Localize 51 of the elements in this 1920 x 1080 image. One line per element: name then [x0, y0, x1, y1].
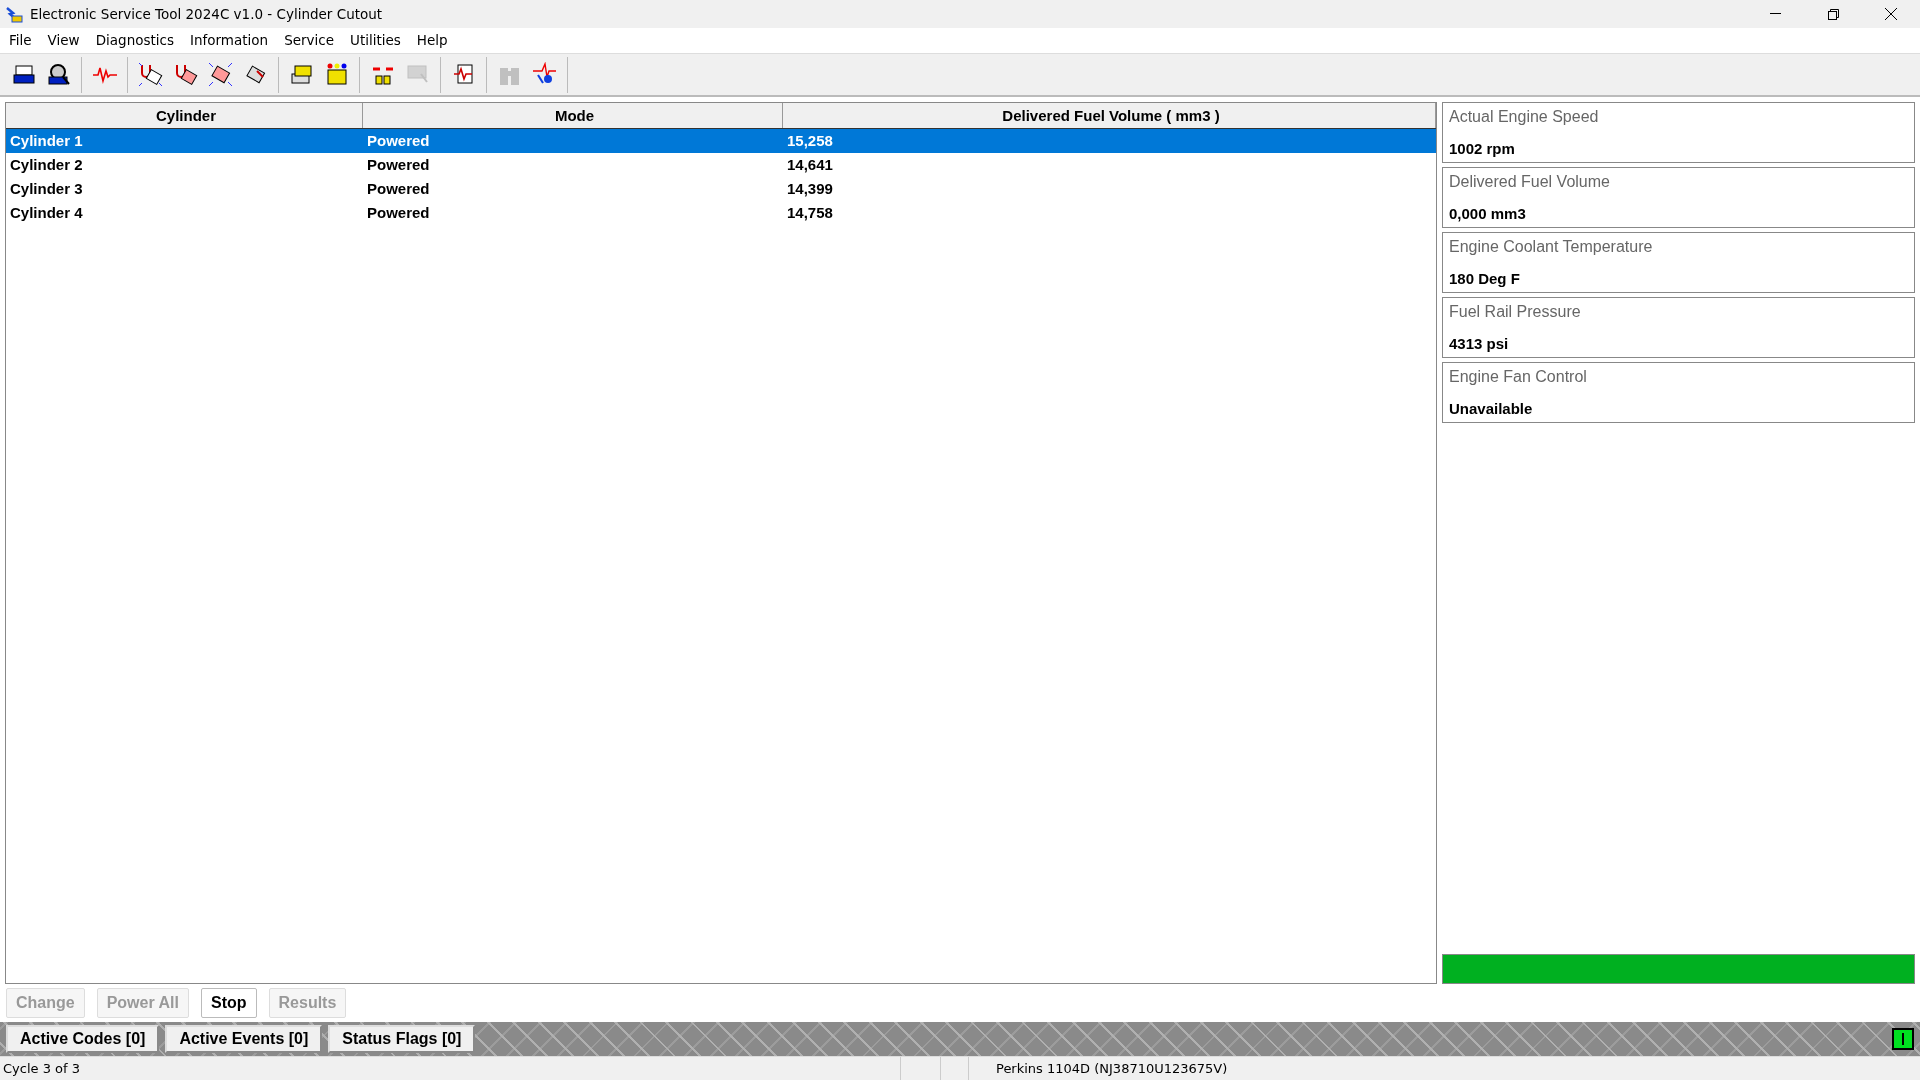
- table-row[interactable]: Cylinder 2 Powered 14,641: [6, 153, 1436, 177]
- table-row[interactable]: Cylinder 4 Powered 14,758: [6, 201, 1436, 225]
- menu-item[interactable]: Information: [182, 30, 277, 51]
- menu-item[interactable]: Utilities: [342, 30, 409, 51]
- menu-item[interactable]: Help: [408, 30, 456, 51]
- stethoscope-icon: [137, 61, 164, 88]
- table-cell-text: Powered: [366, 179, 431, 199]
- parameter-label: Actual Engine Speed: [1449, 107, 1600, 127]
- table-cell-text: 14,758: [786, 203, 834, 223]
- menu-item[interactable]: View: [39, 30, 88, 51]
- table-row[interactable]: Cylinder 1 Powered 15,258: [6, 129, 1436, 153]
- summary-button[interactable]: Active Events [0]: [165, 1025, 323, 1053]
- parameter-label: Fuel Rail Pressure: [1449, 302, 1582, 322]
- menu-item[interactable]: Service: [276, 30, 343, 51]
- app-icon: [4, 4, 24, 24]
- menu-item[interactable]: Diagnostics: [87, 30, 182, 51]
- parameter-value: 180 Deg F: [1449, 268, 1521, 289]
- parameter-value: 1002 rpm: [1449, 138, 1516, 159]
- document-icon: [207, 61, 234, 88]
- column-header[interactable]: Mode: [363, 103, 783, 128]
- table-cell-text: Powered: [366, 131, 431, 151]
- summary-button[interactable]: Active Codes [0]: [6, 1025, 160, 1053]
- window-title: Electronic Service Tool 2024C v1.0 - Cylinder Cutout: [30, 4, 383, 24]
- parameter-label: Delivered Fuel Volume: [1449, 172, 1611, 192]
- column-header[interactable]: Cylinder: [6, 103, 363, 128]
- action-button[interactable]: Stop: [201, 988, 257, 1018]
- table-cell-text: 14,399: [786, 179, 834, 199]
- restore-icon: [1827, 8, 1839, 20]
- table-cell-text: 14,641: [786, 155, 834, 175]
- status-text: Cycle 3 of 3: [2, 1059, 81, 1078]
- minimize-icon: [1769, 13, 1781, 15]
- table-cell-text: Cylinder 1: [9, 131, 84, 151]
- table-cell-text: 15,258: [786, 131, 834, 151]
- parameter-value: 4313 psi: [1449, 333, 1510, 354]
- magnifier-icon: [45, 61, 72, 88]
- table-cell-text: Powered: [366, 203, 431, 223]
- parameter-label: Engine Coolant Temperature: [1449, 237, 1654, 257]
- table-cell-text: Cylinder 3: [9, 179, 84, 199]
- summary-button[interactable]: Status Flags [0]: [328, 1025, 476, 1053]
- parameter-value: Unavailable: [1449, 398, 1534, 419]
- menu-item[interactable]: File: [1, 30, 40, 51]
- column-header[interactable]: Delivered Fuel Volume ( mm3 ): [783, 103, 1436, 128]
- parameter-label: Engine Fan Control: [1449, 367, 1588, 387]
- table-cell-text: Cylinder 2: [9, 155, 84, 175]
- table-cell-text: Cylinder 4: [9, 203, 84, 223]
- status-light-icon: [1892, 1028, 1914, 1050]
- close-icon: [1885, 8, 1897, 20]
- table-cell-text: Powered: [366, 155, 431, 175]
- table-row[interactable]: Cylinder 3 Powered 14,399: [6, 177, 1436, 201]
- engine-info: Perkins 1104D (NJ38710U123675V): [968, 1057, 1920, 1080]
- parameter-value: 0,000 mm3: [1449, 203, 1527, 224]
